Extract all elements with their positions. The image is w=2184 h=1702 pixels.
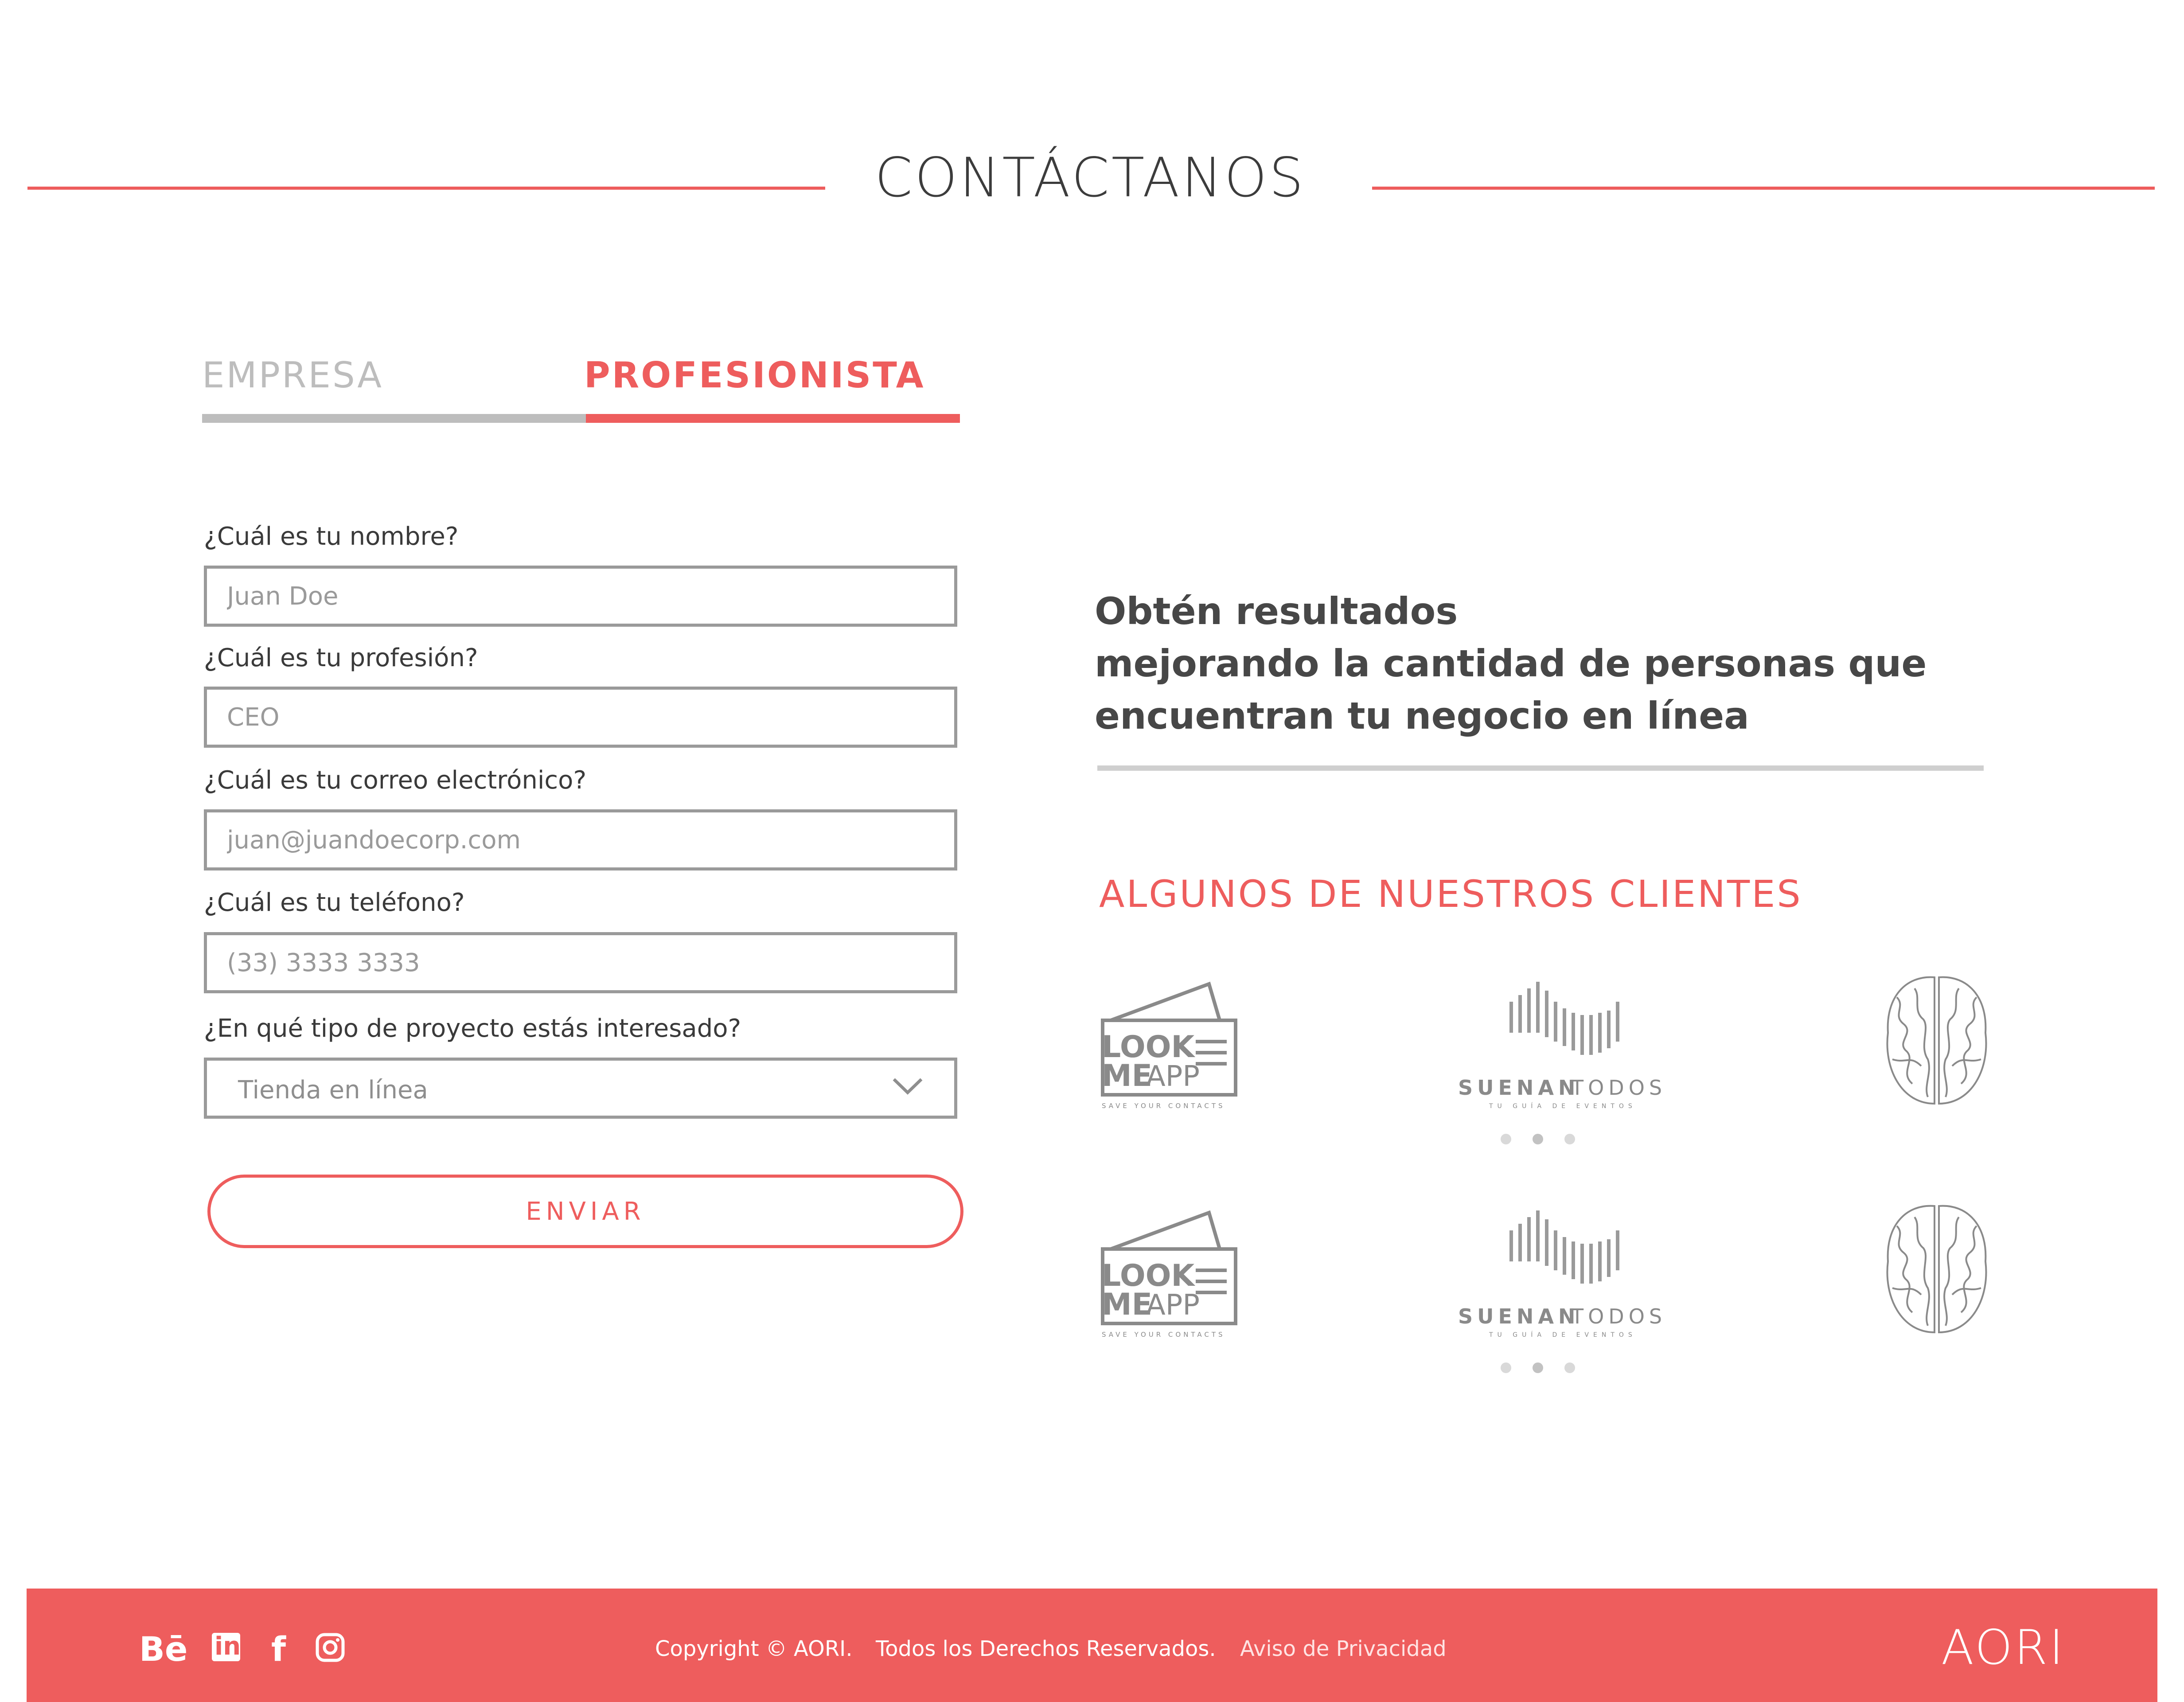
title-rule-left — [27, 187, 825, 190]
carousel-dot[interactable] — [1533, 1362, 1543, 1373]
name-label: ¿Cuál es tu nombre? — [204, 522, 459, 551]
promo-line-2: mejorando la cantidad de personas que — [1095, 642, 1927, 685]
svg-text:SAVE YOUR CONTACTS: SAVE YOUR CONTACTS — [1102, 1331, 1225, 1339]
carousel-dot[interactable] — [1564, 1134, 1575, 1144]
copyright-text: Copyright © AORI. — [655, 1636, 853, 1661]
brain-logo — [1886, 976, 1987, 1105]
carousel-dot[interactable] — [1533, 1134, 1543, 1144]
carousel-dot[interactable] — [1501, 1362, 1511, 1373]
send-button[interactable]: ENVIAR — [207, 1175, 963, 1248]
suenantodos-logo: SUENAN TODOS TU GUÍA DE EVENTOS — [1458, 982, 1666, 1110]
promo-line-1: Obtén resultados — [1095, 589, 1458, 633]
aori-logo: AORI — [1941, 1620, 2065, 1675]
chevron-down-icon — [893, 1078, 923, 1095]
svg-text:SUENAN: SUENAN — [1458, 1304, 1580, 1328]
tab-profesionista-underline — [586, 414, 960, 423]
svg-text:SUENAN: SUENAN — [1458, 1076, 1580, 1100]
carousel-dot[interactable] — [1564, 1362, 1575, 1373]
profession-input[interactable] — [204, 687, 957, 748]
name-input[interactable] — [204, 566, 957, 627]
svg-text:TODOS: TODOS — [1571, 1304, 1666, 1328]
project-select[interactable]: Tienda en línea — [204, 1058, 957, 1119]
email-input[interactable] — [204, 809, 957, 871]
svg-text:ME: ME — [1102, 1058, 1152, 1093]
email-label: ¿Cuál es tu correo electrónico? — [204, 766, 587, 795]
svg-text:TU GUÍA DE EVENTOS: TU GUÍA DE EVENTOS — [1489, 1102, 1637, 1110]
phone-input[interactable] — [204, 932, 957, 993]
promo-line-3: encuentran tu negocio en línea — [1095, 694, 1749, 738]
page-title: CONTÁCTANOS — [874, 146, 1306, 209]
carousel-dot[interactable] — [1501, 1134, 1511, 1144]
promo-divider — [1097, 765, 1984, 771]
privacy-link[interactable]: Aviso de Privacidad — [1240, 1636, 1447, 1661]
svg-text:SAVE YOUR CONTACTS: SAVE YOUR CONTACTS — [1102, 1102, 1225, 1110]
title-rule-right — [1372, 187, 2155, 190]
facebook-icon[interactable]: f — [271, 1629, 286, 1669]
suenantodos-logo: SUENAN TODOS TU GUÍA DE EVENTOS — [1458, 1210, 1666, 1339]
carousel-dots-2 — [1501, 1362, 1596, 1375]
svg-text:APP: APP — [1146, 1060, 1200, 1093]
linkedin-glyph: in — [214, 1632, 241, 1661]
lookmeapp-logo: LOOK ME APP SAVE YOUR CONTACTS — [1101, 1210, 1237, 1339]
project-select-value: Tienda en línea — [238, 1076, 428, 1105]
rights-text: Todos los Derechos Reservados. — [876, 1636, 1216, 1661]
brain-logo — [1886, 1205, 1987, 1334]
tab-empresa[interactable]: EMPRESA — [202, 355, 383, 396]
promo-text: Obtén resultados mejorando la cantidad d… — [1095, 585, 2025, 742]
svg-text:ME: ME — [1102, 1287, 1152, 1322]
svg-text:TU GUÍA DE EVENTOS: TU GUÍA DE EVENTOS — [1489, 1331, 1637, 1339]
clients-title: ALGUNOS DE NUESTROS CLIENTES — [1099, 872, 1802, 916]
carousel-dots-1 — [1501, 1134, 1596, 1146]
tab-profesionista[interactable]: PROFESIONISTA — [584, 355, 925, 396]
svg-text:TODOS: TODOS — [1571, 1076, 1666, 1100]
project-label: ¿En qué tipo de proyecto estás interesad… — [204, 1014, 741, 1043]
instagram-icon[interactable] — [316, 1633, 345, 1662]
lookmeapp-logo: LOOK ME APP SAVE YOUR CONTACTS — [1101, 981, 1237, 1110]
svg-text:APP: APP — [1146, 1289, 1200, 1322]
phone-label: ¿Cuál es tu teléfono? — [204, 888, 465, 917]
tab-empresa-underline — [202, 414, 588, 423]
profession-label: ¿Cuál es tu profesión? — [204, 644, 478, 672]
behance-icon[interactable]: Bē — [139, 1629, 187, 1669]
linkedin-icon[interactable]: in — [212, 1632, 241, 1661]
